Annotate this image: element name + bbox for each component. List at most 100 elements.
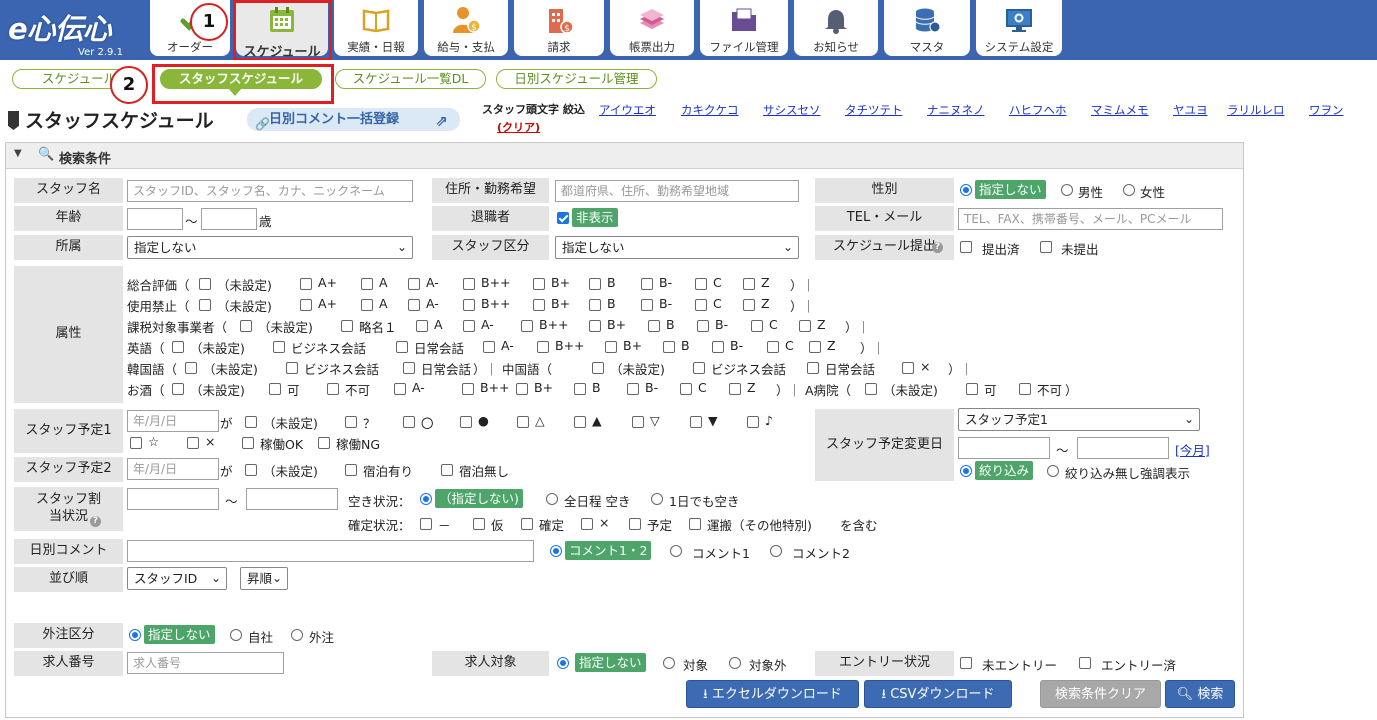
not-submitted-checkbox[interactable] [1040,241,1052,253]
attribute-checkbox[interactable] [743,278,755,290]
staff-plan1-checkbox[interactable] [245,416,257,428]
attribute-checkbox[interactable] [1019,383,1031,395]
attribute-checkbox[interactable] [751,320,763,332]
comment-radio-1[interactable] [670,545,682,557]
attribute-checkbox[interactable] [199,299,211,311]
staff-plan1-date-input[interactable]: 年/月/日 [127,410,219,432]
attribute-checkbox[interactable] [463,299,475,311]
attribute-checkbox[interactable] [663,341,675,353]
gender-radio-male[interactable] [1061,184,1073,196]
attribute-checkbox[interactable] [463,278,475,290]
outsource-radio-inhouse[interactable] [230,629,242,641]
kana-link-sa[interactable]: サシスセソ [763,102,821,118]
nav-tab-schedule[interactable]: スケジュール [236,0,328,60]
staff-name-input[interactable]: スタッフID、スタッフ名、カナ、ニックネーム [127,180,413,202]
staff-plan1-checkbox[interactable] [747,416,759,428]
daily-comment-input[interactable] [127,540,534,562]
attribute-checkbox[interactable] [408,278,420,290]
search-button[interactable]: 🔍︎ 検索 [1165,680,1235,708]
attribute-checkbox[interactable] [697,320,709,332]
confirm-checkbox[interactable] [473,518,485,530]
attribute-checkbox[interactable] [341,320,353,332]
gender-radio-any[interactable] [960,184,972,196]
attribute-checkbox[interactable] [589,299,601,311]
attribute-checkbox[interactable] [463,320,475,332]
attribute-checkbox[interactable] [641,299,653,311]
attribute-checkbox[interactable] [533,278,545,290]
attribute-checkbox[interactable] [589,320,601,332]
plan-change-select[interactable]: スタッフ予定1 ⌄ [958,408,1200,431]
attribute-checkbox[interactable] [199,278,211,290]
attribute-checkbox[interactable] [286,362,298,374]
plan-change-to-input[interactable] [1077,437,1169,459]
plan-change-filter-radio[interactable] [960,465,972,477]
submitted-checkbox[interactable] [960,241,972,253]
attribute-checkbox[interactable] [767,341,779,353]
attribute-checkbox[interactable] [516,383,528,395]
staff-plan1-checkbox[interactable] [187,437,199,449]
attribute-checkbox[interactable] [408,299,420,311]
attribute-checkbox[interactable] [327,383,339,395]
confirm-checkbox[interactable] [689,518,701,530]
attribute-checkbox[interactable] [240,320,252,332]
sort-order-select[interactable]: 昇順 ⌄ [240,567,288,590]
staff-type-select[interactable]: 指定しない ⌄ [555,236,799,259]
attribute-checkbox[interactable] [695,278,707,290]
confirm-checkbox[interactable] [521,518,533,530]
csv-download-button[interactable]: ⭳ CSVダウンロード [864,680,1012,708]
attribute-checkbox[interactable] [680,383,692,395]
nav-tab-results[interactable]: 実績・日報 [334,0,418,56]
confirm-checkbox[interactable] [581,518,593,530]
not-entered-checkbox[interactable] [960,657,972,669]
kana-link-na[interactable]: ナニヌネノ [927,102,985,118]
subtab-daily-schedule[interactable]: 日別スケジュール管理 [496,69,657,89]
kana-link-ra[interactable]: ラリルレロ [1227,102,1285,118]
nav-tab-files[interactable]: ファイル管理 [700,0,788,56]
clear-conditions-button[interactable]: 検索条件クリア [1040,680,1161,708]
staff-plan1-checkbox[interactable] [345,416,357,428]
attribute-checkbox[interactable] [589,278,601,290]
comment-radio-2[interactable] [770,545,782,557]
attribute-checkbox[interactable] [361,299,373,311]
kana-link-ka[interactable]: カキクケコ [681,102,739,118]
attribute-checkbox[interactable] [269,383,281,395]
kana-link-ma[interactable]: マミムメモ [1091,102,1149,118]
staff-plan1-checkbox[interactable] [632,416,644,428]
attribute-checkbox[interactable] [185,362,197,374]
kana-link-ha[interactable]: ハヒフヘホ [1009,102,1067,118]
attribute-checkbox[interactable] [483,341,495,353]
collapse-caret-icon[interactable]: ▼ [14,148,22,159]
nav-tab-master[interactable]: マスタ [884,0,970,56]
vacancy-radio-oneday[interactable] [651,493,663,505]
staff-plan1-checkbox[interactable] [242,437,254,449]
attribute-checkbox[interactable] [648,320,660,332]
staff-plan1-checkbox[interactable] [517,416,529,428]
assign-from-input[interactable] [127,488,219,510]
entered-checkbox[interactable] [1079,657,1091,669]
kana-clear-link[interactable]: (クリア) [497,119,540,135]
this-month-link[interactable]: [今月] [1175,440,1210,459]
kana-link-ta[interactable]: タチツテト [845,102,903,118]
job-target-radio-target[interactable] [663,657,675,669]
attribute-checkbox[interactable] [394,383,406,395]
job-target-radio-any[interactable] [557,657,569,669]
staff-plan1-checkbox[interactable] [130,437,142,449]
job-number-input[interactable]: 求人番号 [127,652,284,674]
excel-download-button[interactable]: ⭳ エクセルダウンロード [686,680,859,708]
staff-plan1-checkbox[interactable] [460,416,472,428]
attribute-checkbox[interactable] [396,341,408,353]
help-icon[interactable]: ? [932,242,943,253]
outsource-radio-any[interactable] [129,629,141,641]
plan-change-highlight-radio[interactable] [1047,465,1059,477]
attribute-checkbox[interactable] [865,383,877,395]
nav-tab-system[interactable]: システム設定 [976,0,1062,56]
attribute-checkbox[interactable] [462,383,474,395]
staff-plan2-checkbox[interactable] [345,464,357,476]
attribute-checkbox[interactable] [300,299,312,311]
retired-hide-checkbox[interactable] [557,212,569,224]
confirm-checkbox[interactable] [629,518,641,530]
staff-plan1-checkbox[interactable] [318,437,330,449]
attribute-checkbox[interactable] [693,362,705,374]
comment-radio-both[interactable] [550,545,562,557]
subtab-schedule-list-dl[interactable]: スケジュール一覧DL [335,69,486,89]
